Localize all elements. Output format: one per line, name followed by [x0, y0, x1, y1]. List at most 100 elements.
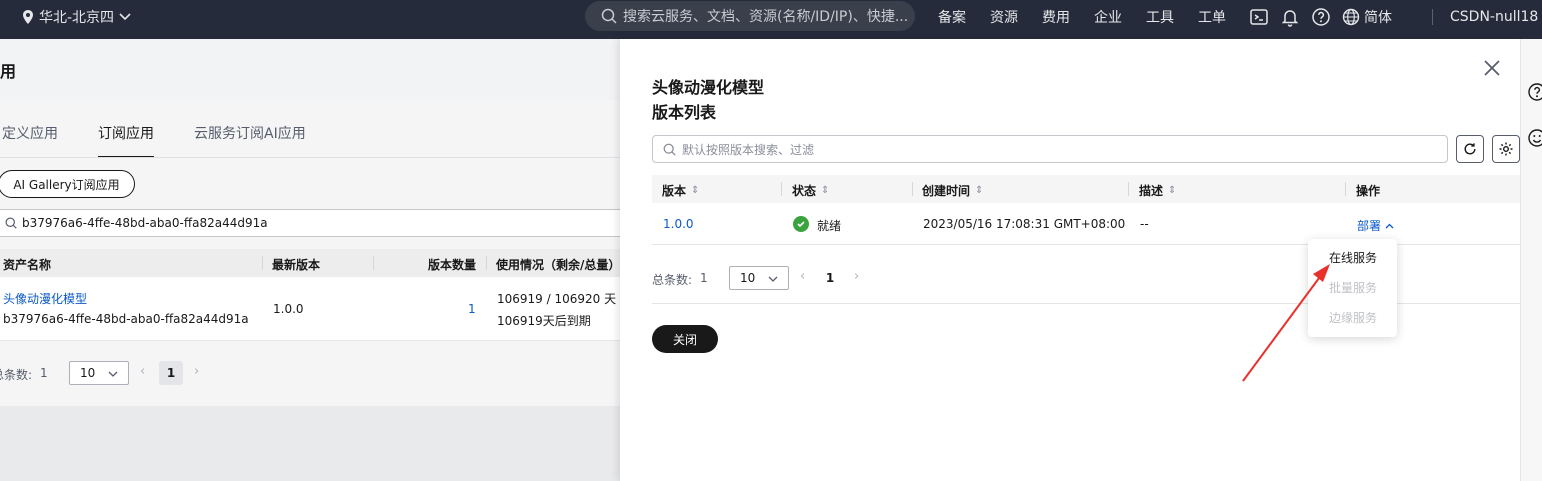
- location-pin-icon: [23, 9, 33, 24]
- column-divider: [781, 182, 782, 196]
- terminal-icon[interactable]: [1249, 7, 1269, 27]
- close-icon[interactable]: [1482, 58, 1502, 78]
- topbar-icon-group: 简体: [1249, 0, 1392, 33]
- col-created-time[interactable]: 创建时间 ⇕: [922, 182, 983, 199]
- prev-page-icon[interactable]: ‹: [800, 269, 805, 284]
- current-page[interactable]: 1: [159, 361, 183, 385]
- col-version[interactable]: 版本 ⇕: [662, 182, 699, 199]
- account-menu[interactable]: CSDN-null18: [1450, 0, 1538, 33]
- nav-item-resources[interactable]: 资源: [978, 7, 1030, 27]
- col-version-count: 版本数量: [428, 258, 477, 272]
- gear-icon: [1499, 142, 1513, 156]
- drawer-subtitle: 版本列表: [652, 103, 717, 122]
- tab-cloud-ai-apps[interactable]: 云服务订阅AI应用: [194, 123, 306, 158]
- col-status-label: 状态: [792, 184, 817, 198]
- prev-page-icon[interactable]: ‹: [140, 364, 145, 379]
- app-search-value: b37976a6-4ffe-48bd-aba0-ffa82a44d91a: [22, 216, 268, 230]
- chevron-down-icon: [119, 12, 131, 20]
- floating-tool-strip: [1520, 39, 1542, 481]
- col-usage: 使用情况（剩余/总量）: [496, 258, 621, 272]
- usage-remaining: 106919 / 106920 天: [497, 292, 617, 306]
- page-size-select[interactable]: 10: [69, 361, 129, 385]
- menu-item-edge-service: 边缘服务: [1329, 311, 1378, 325]
- topbar-divider: [1432, 9, 1433, 25]
- menu-item-online-service[interactable]: 在线服务: [1329, 249, 1377, 266]
- globe-icon: [1342, 8, 1360, 25]
- page-title: 用: [0, 62, 17, 81]
- col-description[interactable]: 描述 ⇕: [1139, 182, 1176, 199]
- latest-version: 1.0.0: [273, 302, 304, 316]
- search-icon: [601, 8, 617, 24]
- created-time: 2023/05/16 17:08:31 GMT+08:00: [923, 217, 1126, 231]
- asset-id: b37976a6-4ffe-48bd-aba0-ffa82a44d91a: [3, 312, 249, 326]
- deploy-dropdown-menu: 在线服务 批量服务 边缘服务: [1308, 239, 1397, 337]
- apps-card: 自定义应用 订阅应用 云服务订阅AI应用 AI Gallery订阅应用 b379…: [0, 100, 628, 406]
- nav-item-tickets[interactable]: 工单: [1186, 7, 1238, 27]
- settings-button[interactable]: [1492, 135, 1520, 163]
- deploy-label: 部署: [1357, 219, 1382, 233]
- tab-subscribed-apps[interactable]: 订阅应用: [98, 123, 154, 158]
- col-status[interactable]: 状态 ⇕: [792, 182, 829, 199]
- total-count: 1: [40, 366, 48, 380]
- tab-underline: [0, 157, 620, 158]
- col-asset-name: 资产名称: [3, 258, 52, 272]
- version-link[interactable]: 1.0.0: [663, 217, 694, 231]
- account-name: CSDN-null18: [1450, 8, 1539, 25]
- app-search-input[interactable]: b37976a6-4ffe-48bd-aba0-ffa82a44d91a: [0, 209, 628, 237]
- subscribed-apps-page: 用 自定义应用 订阅应用 云服务订阅AI应用 AI Gallery订阅应用 b3…: [0, 39, 628, 481]
- asset-name-link[interactable]: 头像动漫化模型: [3, 290, 87, 307]
- col-actions-label: 操作: [1356, 184, 1381, 198]
- total-count: 1: [700, 271, 708, 285]
- next-page-icon[interactable]: ›: [854, 269, 859, 284]
- success-icon: [793, 216, 809, 232]
- nav-item-filing[interactable]: 备案: [926, 7, 978, 27]
- version-search-placeholder: 默认按照版本搜索、过滤: [682, 142, 815, 157]
- next-page-icon[interactable]: ›: [194, 364, 199, 379]
- nav-item-tools[interactable]: 工具: [1134, 7, 1186, 27]
- status-text: 就绪: [817, 219, 842, 233]
- chevron-down-icon: [768, 276, 778, 282]
- help-icon[interactable]: [1311, 7, 1331, 27]
- language-label: 简体: [1364, 9, 1392, 26]
- tab-custom-apps[interactable]: 自定义应用: [0, 123, 58, 158]
- refresh-button[interactable]: [1456, 135, 1484, 163]
- current-page[interactable]: 1: [818, 266, 842, 290]
- ai-gallery-subscribe-button[interactable]: AI Gallery订阅应用: [0, 170, 135, 198]
- apps-table-header: 资产名称 最新版本 版本数量 使用情况（剩余/总量）: [0, 249, 620, 277]
- bell-icon[interactable]: [1280, 7, 1300, 27]
- column-divider: [262, 256, 263, 270]
- chevron-down-icon: [108, 371, 118, 377]
- refresh-icon: [1464, 143, 1476, 155]
- page-size-select[interactable]: 10: [729, 266, 789, 290]
- chevron-up-icon: [1385, 223, 1394, 228]
- deploy-dropdown-button[interactable]: 部署: [1357, 217, 1394, 234]
- version-search-input[interactable]: 默认按照版本搜索、过滤: [652, 135, 1448, 163]
- global-search-input[interactable]: 搜索云服务、文档、资源(名称/ID/IP)、快捷...: [585, 1, 915, 31]
- nav-item-enterprise[interactable]: 企业: [1082, 7, 1134, 27]
- top-navigation-bar: 华北-北京四 搜索云服务、文档、资源(名称/ID/IP)、快捷... 备案 资源…: [0, 0, 1542, 39]
- table-row: 头像动漫化模型 b37976a6-4ffe-48bd-aba0-ffa82a44…: [0, 277, 620, 341]
- nav-item-billing[interactable]: 费用: [1030, 7, 1082, 27]
- col-created-label: 创建时间: [922, 184, 971, 198]
- feedback-smile-icon[interactable]: [1527, 128, 1542, 148]
- col-version-label: 版本: [662, 184, 687, 198]
- help-icon[interactable]: [1527, 82, 1542, 102]
- search-icon: [663, 143, 676, 156]
- menu-item-batch-service: 批量服务: [1329, 281, 1378, 295]
- sort-icon: ⇕: [1168, 185, 1177, 196]
- drawer-title: 头像动漫化模型: [652, 78, 765, 97]
- region-selector[interactable]: 华北-北京四: [22, 0, 131, 33]
- language-switcher[interactable]: 简体: [1342, 7, 1392, 27]
- page-header: 用: [0, 39, 620, 100]
- app-tabs: 自定义应用 订阅应用 云服务订阅AI应用: [0, 123, 346, 158]
- sort-icon: ⇕: [821, 185, 830, 196]
- version-count-link[interactable]: 1: [468, 302, 476, 316]
- close-button[interactable]: 关闭: [652, 325, 718, 353]
- left-pagination: 总条数: 1 10 ‹ 1 ›: [0, 361, 620, 385]
- usage-expiry: 106919天后到期: [497, 314, 591, 328]
- total-count-label: 总条数:: [0, 368, 33, 382]
- sort-icon: ⇕: [975, 185, 984, 196]
- sort-icon: ⇕: [691, 185, 700, 196]
- column-divider: [373, 256, 374, 270]
- col-actions: 操作: [1356, 182, 1380, 199]
